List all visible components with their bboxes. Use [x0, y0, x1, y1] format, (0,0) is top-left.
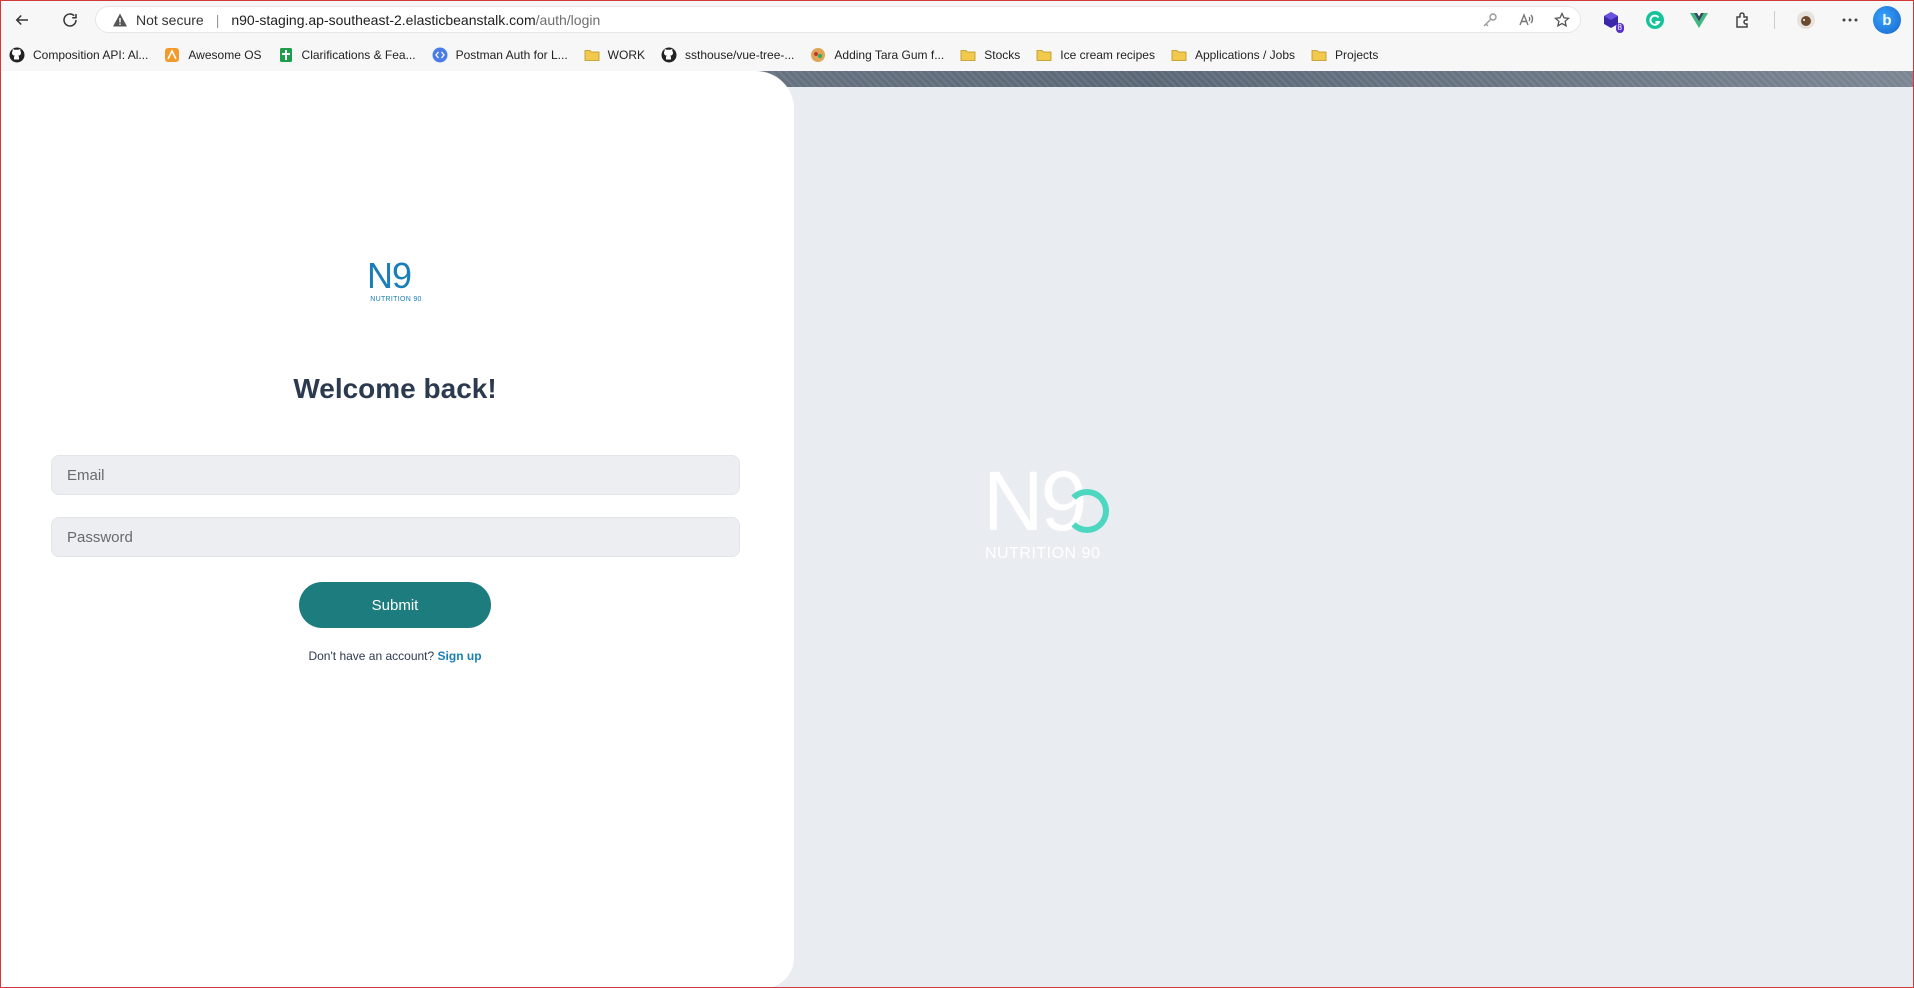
folder-icon [960, 47, 976, 63]
browser-toolbar: Not secure | n90-staging.ap-southeast-2.… [1, 1, 1913, 38]
bookmark-item[interactable]: Postman Auth for L... [432, 47, 568, 63]
more-dots-icon [1842, 18, 1858, 22]
address-actions [1480, 10, 1572, 30]
login-panel: N9 NUTRITION 90 Welcome back! Submit Don… [1, 71, 794, 987]
logo: N9 NUTRITION 90 [367, 258, 425, 308]
read-aloud-icon[interactable] [1516, 10, 1536, 30]
puzzle-icon [1736, 12, 1748, 28]
url-path: /auth/login [535, 11, 601, 28]
bookmark-folder[interactable]: Ice cream recipes [1036, 47, 1155, 63]
address-bar[interactable]: Not secure | n90-staging.ap-southeast-2.… [95, 6, 1581, 33]
page-title: Welcome back! [293, 373, 497, 404]
grammarly-icon [1646, 11, 1664, 29]
brand-ring-icon [1065, 489, 1109, 533]
bookmark-folder[interactable]: Stocks [960, 47, 1020, 63]
github-icon [9, 47, 25, 63]
code-icon [432, 47, 448, 63]
key-icon[interactable] [1480, 10, 1500, 30]
address-divider: | [215, 11, 220, 28]
bing-chat-button[interactable]: b [1873, 6, 1901, 34]
back-button[interactable] [5, 5, 39, 35]
bookmark-label: Ice cream recipes [1060, 47, 1155, 62]
warning-icon [112, 12, 128, 28]
bookmark-label: Applications / Jobs [1194, 47, 1296, 62]
bookmark-label: Awesome OS [188, 47, 262, 62]
bookmark-label: Projects [1335, 47, 1379, 62]
logo-mark: N9 [367, 255, 412, 296]
more-menu-button[interactable] [1837, 7, 1863, 33]
bookmark-label: WORK [607, 47, 645, 62]
extensions-menu-button[interactable] [1730, 7, 1756, 33]
brand-panel [791, 87, 1913, 987]
page-viewport: N9 NUTRITION 90 Welcome back! Submit Don… [1, 71, 1913, 987]
logo-subtitle: NUTRITION 90 [370, 296, 422, 303]
bookmark-item[interactable]: Composition API: Al... [9, 47, 148, 63]
url-host: n90-staging.ap-southeast-2.elasticbeanst… [231, 11, 536, 28]
favorite-star-icon[interactable] [1552, 10, 1572, 30]
bookmark-item[interactable]: Adding Tara Gum f... [810, 47, 944, 63]
extension-badge: 8 [1615, 23, 1624, 33]
bookmark-label: Adding Tara Gum f... [834, 47, 945, 62]
avatar-icon [1797, 11, 1815, 29]
vue-icon [1690, 13, 1708, 28]
extension-button[interactable]: 8 [1598, 7, 1624, 33]
brand-logo-large: N9 NUTRITION 90 [983, 459, 1113, 562]
submit-button[interactable]: Submit [299, 582, 491, 628]
vue-devtools-button[interactable] [1686, 7, 1712, 33]
reload-button[interactable] [53, 5, 87, 35]
folder-icon [584, 47, 600, 63]
bookmark-label: Stocks [984, 47, 1021, 62]
orange-site-icon [164, 47, 180, 63]
bookmark-folder[interactable]: WORK [584, 47, 645, 63]
folder-icon [1036, 47, 1052, 63]
browser-window: Not secure | n90-staging.ap-southeast-2.… [0, 0, 1914, 988]
bing-icon: b [1882, 11, 1892, 29]
bookmark-label: Postman Auth for L... [455, 47, 568, 62]
grammarly-button[interactable] [1642, 7, 1668, 33]
reload-icon [63, 12, 77, 27]
bookmark-item[interactable]: ssthouse/vue-tree-... [661, 47, 794, 63]
signup-prompt: Don't have an account? Sign up [1, 649, 789, 663]
email-field[interactable] [51, 455, 740, 495]
brand-logo-subtitle: NUTRITION 90 [985, 545, 1101, 562]
bookmark-item[interactable]: Clarifications & Fea... [278, 47, 416, 63]
extensions-area: 8 [1598, 7, 1863, 33]
bookmark-folder[interactable]: Projects [1311, 47, 1378, 63]
folder-icon [1171, 47, 1187, 63]
bookmarks-bar: Composition API: Al... Awesome OS Clarif… [1, 38, 1913, 71]
signup-prompt-text: Don't have an account? [308, 649, 435, 663]
security-status[interactable]: Not secure [136, 12, 204, 28]
folder-icon [1311, 47, 1327, 63]
profile-button[interactable] [1793, 7, 1819, 33]
bookmark-label: ssthouse/vue-tree-... [685, 47, 795, 62]
bookmark-label: Composition API: Al... [33, 47, 149, 62]
back-arrow-icon [15, 14, 28, 25]
sheets-icon [278, 47, 294, 63]
bookmark-item[interactable]: Awesome OS [164, 47, 262, 63]
bookmark-label: Clarifications & Fea... [301, 47, 416, 62]
recipe-icon [810, 47, 826, 63]
signup-link[interactable]: Sign up [438, 649, 482, 663]
toolbar-divider [1774, 11, 1775, 29]
bookmark-folder[interactable]: Applications / Jobs [1171, 47, 1295, 63]
password-field[interactable] [51, 517, 740, 557]
github-icon [661, 47, 677, 63]
